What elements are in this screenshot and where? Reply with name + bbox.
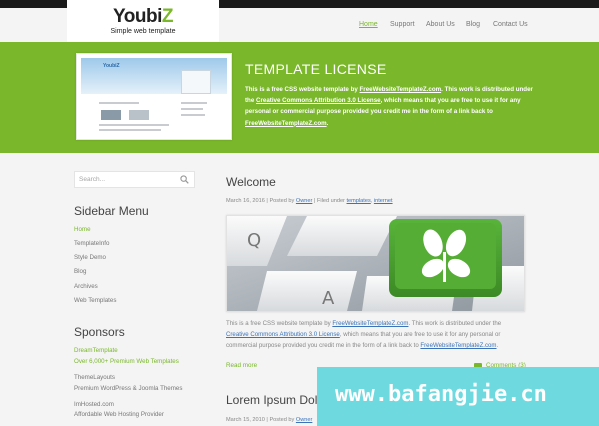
sidebar-item-blog[interactable]: Blog (74, 268, 86, 275)
svg-text:Q: Q (247, 230, 261, 251)
post-meta-2: March 15, 2010 | Posted by Owner (226, 417, 313, 423)
hero-text: This is a free CSS website template by F… (245, 86, 533, 127)
post-link-license[interactable]: Creative Commons Attribution 3.0 License (226, 331, 340, 338)
post-title[interactable]: Welcome (226, 175, 276, 189)
nav-blog[interactable]: Blog (466, 21, 480, 28)
sidebar-item-templateinfo[interactable]: TemplateInfo (74, 240, 109, 247)
post-title-2[interactable]: Lorem Ipsum Dolo (226, 393, 324, 407)
tag-link-templates[interactable]: templates (347, 198, 371, 204)
sponsor-desc-imhosted: Affordable Web Hosting Provider (74, 411, 164, 418)
post-author-link[interactable]: Owner (296, 198, 312, 204)
sponsor-link-themelayouts[interactable]: ThemeLayouts (74, 374, 115, 381)
nav-home[interactable]: Home (359, 21, 378, 28)
hero-link-freewebsitetemplatez-2[interactable]: FreeWebsiteTemplateZ.com (245, 120, 327, 127)
post-link-freewebsitetemplatez[interactable]: FreeWebsiteTemplateZ.com (332, 320, 408, 327)
nav-about-us[interactable]: About Us (426, 21, 455, 28)
hero-screenshot: YoubiZ (76, 53, 232, 140)
search-box (74, 171, 195, 188)
sidebar-item-home[interactable]: Home (74, 226, 91, 233)
post-body: This is a free CSS website template by F… (226, 320, 502, 349)
sponsor-desc-themelayouts: Premium WordPress & Joomla Themes (74, 385, 183, 392)
hero-link-license[interactable]: Creative Commons Attribution 3.0 License (256, 97, 381, 104)
post-author-link-2[interactable]: Owner (296, 417, 312, 423)
search-input[interactable] (79, 174, 174, 184)
sponsor-link-imhosted[interactable]: ImHosted.com (74, 401, 114, 408)
sidebar-item-archives[interactable]: Archives (74, 283, 98, 290)
post-image: Q A (197, 215, 537, 312)
sidebar-menu-title: Sidebar Menu (74, 204, 149, 218)
post-meta: March 16, 2016 | Posted by Owner | Filed… (226, 198, 393, 204)
sponsor-link-dreamtemplate[interactable]: DreamTemplate (74, 347, 118, 354)
sidebar-item-style-demo[interactable]: Style Demo (74, 254, 106, 261)
hero-link-freewebsitetemplatez[interactable]: FreeWebsiteTemplateZ.com (360, 86, 442, 93)
main-nav: Home Support About Us Blog Contact Us (0, 21, 599, 33)
keyboard-image: Q A (197, 216, 537, 311)
sponsor-desc-dreamtemplate: Over 6,000+ Premium Web Templates (74, 358, 179, 365)
read-more-link[interactable]: Read more (226, 362, 257, 369)
svg-text:A: A (322, 288, 335, 309)
watermark-text: www.bafangjie.cn (335, 382, 547, 407)
search-icon[interactable] (180, 175, 189, 184)
sidebar-item-web-templates[interactable]: Web Templates (74, 297, 116, 304)
post-link-freewebsitetemplatez-2[interactable]: FreeWebsiteTemplateZ.com (420, 342, 496, 349)
screenshot-logo: YoubiZ (103, 63, 120, 69)
nav-support[interactable]: Support (390, 21, 415, 28)
watermark-banner: www.bafangjie.cn (317, 367, 599, 426)
hero-title: TEMPLATE LICENSE (245, 61, 387, 77)
tag-link-internet[interactable]: internet (374, 198, 393, 204)
nav-contact-us[interactable]: Contact Us (493, 21, 528, 28)
sponsors-title: Sponsors (74, 325, 125, 339)
